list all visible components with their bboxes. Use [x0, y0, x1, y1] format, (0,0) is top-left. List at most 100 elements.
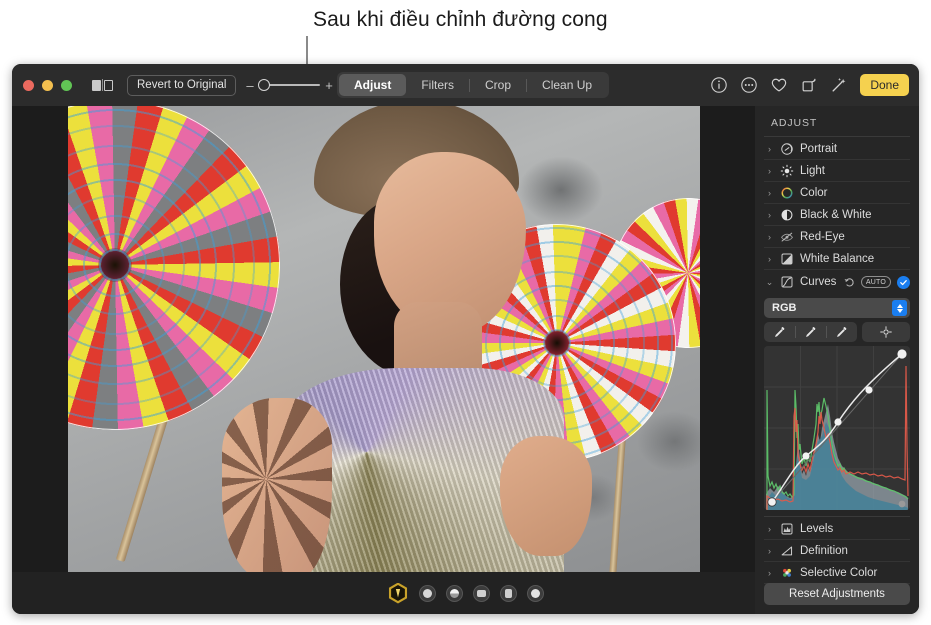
white-point-eyedropper-icon: [835, 326, 848, 339]
studio-light-icon: [423, 589, 432, 598]
sidebar-item-label: Selective Color: [800, 567, 910, 579]
control-point-white: [897, 349, 906, 358]
sidebar-item-portrait[interactable]: › Portrait: [764, 138, 910, 160]
sidebar-item-selective-color[interactable]: › Selective Color: [764, 562, 910, 584]
chevron-right-icon[interactable]: ›: [765, 254, 774, 264]
curves-auto-button[interactable]: AUTO: [861, 276, 891, 288]
curves-enabled-toggle[interactable]: [897, 276, 910, 289]
photos-editor-window: Revert to Original – + Adjust Filters Cr…: [12, 64, 919, 614]
zoom-slider-track[interactable]: [258, 79, 320, 91]
curves-header-controls: AUTO: [843, 276, 910, 289]
gray-point-eyedropper-icon: [804, 326, 817, 339]
tab-filters[interactable]: Filters: [406, 74, 469, 96]
adjust-sidebar: ADJUST › Portrait ›: [755, 106, 919, 614]
zoom-button[interactable]: [61, 80, 72, 91]
sidebar-item-light[interactable]: › Light: [764, 160, 910, 182]
split-filled-icon: [92, 80, 101, 91]
compare-view-toggle[interactable]: [92, 79, 113, 91]
sidebar-item-curves[interactable]: ⌄ Curves AUTO: [764, 270, 910, 294]
chevron-right-icon[interactable]: ›: [765, 568, 774, 578]
close-button[interactable]: [23, 80, 34, 91]
split-divider-icon: [102, 79, 103, 91]
sidebar-item-label: Light: [800, 165, 910, 177]
definition-icon: [780, 544, 794, 558]
zoom-out-label[interactable]: –: [245, 78, 254, 93]
sidebar-item-black-and-white[interactable]: › Black & White: [764, 204, 910, 226]
stage-light-icon: [477, 590, 486, 597]
sidebar-item-label: Black & White: [800, 209, 910, 221]
zoom-slider-knob[interactable]: [258, 79, 270, 91]
zoom-slider-control[interactable]: – +: [245, 78, 333, 93]
chevron-right-icon[interactable]: ›: [765, 210, 774, 220]
stepper-arrows-icon[interactable]: [892, 300, 907, 316]
sidebar-item-definition[interactable]: › Definition: [764, 540, 910, 562]
control-point-midtone: [834, 418, 841, 425]
add-point-target-icon: [880, 326, 892, 338]
minimize-button[interactable]: [42, 80, 53, 91]
editor-mode-tabs: Adjust Filters Crop Clean Up: [337, 72, 609, 98]
chevron-right-icon[interactable]: ›: [765, 232, 774, 242]
tab-crop[interactable]: Crop: [470, 74, 526, 96]
tab-adjust[interactable]: Adjust: [339, 74, 406, 96]
toolbar-right-actions: Done: [710, 64, 909, 106]
black-point-eyedropper-button[interactable]: [764, 322, 795, 342]
lighting-studio-light[interactable]: [419, 585, 436, 602]
curve-bottom-right-handle: [899, 501, 906, 508]
lighting-high-key-mono[interactable]: [527, 585, 544, 602]
window-controls: [23, 80, 72, 91]
auto-enhance-wand-icon[interactable]: [830, 76, 848, 94]
sidebar-item-label: Red-Eye: [800, 231, 910, 243]
color-wheel-icon: [780, 186, 794, 200]
tab-clean-up[interactable]: Clean Up: [527, 74, 607, 96]
contour-light-icon: [450, 589, 459, 598]
revert-to-original-button[interactable]: Revert to Original: [127, 75, 236, 96]
lighting-stage-light-mono[interactable]: [500, 585, 517, 602]
control-point-shadow: [802, 452, 809, 459]
pinwheel-hub: [95, 246, 133, 284]
aperture-icon: [780, 142, 794, 156]
favorite-heart-icon[interactable]: [770, 76, 788, 94]
white-point-eyedropper-button[interactable]: [826, 322, 857, 342]
more-options-icon[interactable]: [740, 76, 758, 94]
chevron-right-icon[interactable]: ›: [765, 188, 774, 198]
photo-canvas: [12, 106, 755, 572]
sidebar-item-color[interactable]: › Color: [764, 182, 910, 204]
edited-photo[interactable]: [68, 106, 700, 572]
sidebar-item-levels[interactable]: › Levels: [764, 518, 910, 540]
curves-histogram-editor[interactable]: [764, 346, 910, 510]
lighting-natural-light[interactable]: [388, 583, 409, 604]
gray-point-eyedropper-button[interactable]: [795, 322, 826, 342]
sidebar-title: ADJUST: [764, 106, 910, 136]
chevron-right-icon[interactable]: ›: [765, 166, 774, 176]
subject-arm: [222, 398, 332, 572]
callout-annotation-text: Sau khi điều chỉnh đường cong: [313, 8, 608, 32]
split-outline-icon: [104, 80, 113, 91]
reset-adjustments-button[interactable]: Reset Adjustments: [764, 583, 910, 605]
sidebar-item-label: Portrait: [800, 143, 910, 155]
black-point-eyedropper-icon: [773, 326, 786, 339]
sidebar-item-white-balance[interactable]: › White Balance: [764, 248, 910, 270]
selective-color-icon: [780, 566, 794, 580]
eyedropper-group: [764, 322, 857, 342]
sidebar-item-red-eye[interactable]: › Red-Eye: [764, 226, 910, 248]
rotate-icon[interactable]: [800, 76, 818, 94]
done-button[interactable]: Done: [860, 74, 909, 96]
chevron-right-icon[interactable]: ›: [765, 546, 774, 556]
curves-channel-select[interactable]: RGB: [764, 298, 910, 318]
undo-arrow-icon[interactable]: [843, 276, 855, 288]
contrast-circle-icon: [780, 208, 794, 222]
chevron-right-icon[interactable]: ›: [765, 524, 774, 534]
chevron-down-icon: [897, 309, 903, 313]
sidebar-divider: [764, 516, 910, 517]
window-toolbar: Revert to Original – + Adjust Filters Cr…: [12, 64, 919, 106]
chevron-right-icon[interactable]: ›: [765, 144, 774, 154]
lighting-stage-light[interactable]: [473, 585, 490, 602]
lighting-contour-light[interactable]: [446, 585, 463, 602]
red-eye-icon: [780, 230, 794, 244]
zoom-in-label[interactable]: +: [324, 78, 333, 93]
sidebar-item-label: Color: [800, 187, 910, 199]
sidebar-item-label: Curves: [800, 276, 837, 288]
chevron-down-icon[interactable]: ⌄: [765, 277, 774, 288]
add-point-target-button[interactable]: [862, 322, 910, 342]
info-icon[interactable]: [710, 76, 728, 94]
